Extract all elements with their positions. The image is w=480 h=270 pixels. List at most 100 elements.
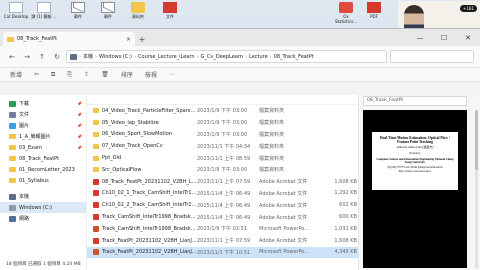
breadcrumb-item[interactable]: 08_Track_FeatPt xyxy=(274,54,314,60)
forward-arrow-icon[interactable]: → xyxy=(21,51,33,63)
copy-icon[interactable]: ⧉ xyxy=(51,71,55,79)
nav-item-folder[interactable]: 01_RecomLetter_2023 xyxy=(0,164,86,175)
preview-scrollbar[interactable] xyxy=(475,110,478,268)
table-row[interactable]: 07_Video_Track_OpenCv 2023/11/1 下午 04:34 檔… xyxy=(87,140,358,152)
powerpoint-icon xyxy=(93,249,99,256)
breadcrumb-item[interactable]: Course_Lecture_iLearn xyxy=(138,54,195,60)
file-name-cell: Track_CamShift_IntelTr1998_Bradski.pdf xyxy=(93,214,197,221)
slide-title: Real-Time Motion Estimation: Optical Flo… xyxy=(380,136,450,145)
new-tab-button[interactable]: + xyxy=(135,32,149,46)
file-size: 1,292 KB xyxy=(334,190,357,197)
maximize-button[interactable]: ☐ xyxy=(432,34,456,42)
file-type: Adobe Acrobat 文件 xyxy=(259,214,308,221)
refresh-icon[interactable]: ↻ xyxy=(51,51,63,63)
slide-role: Professor xyxy=(409,151,421,155)
picture-icon xyxy=(9,122,16,129)
table-row[interactable]: Track_CamShift_IntelTr1998_Bradski_20120… xyxy=(87,223,358,235)
desktop-icon[interactable]: PDF xyxy=(360,2,388,19)
table-row[interactable]: Track_FeatPt_20231102_V2BH_LianJi.pdf 202… xyxy=(87,235,358,247)
tab-bar: 08_Track_FeatPt × + — ☐ ✕ xyxy=(0,29,480,46)
file-name-cell: Ch10_02_2_Track_CamShift_IntelTr1998_Bra… xyxy=(93,202,197,209)
close-button[interactable]: ✕ xyxy=(456,34,480,42)
computer-icon xyxy=(9,193,16,200)
search-input[interactable] xyxy=(390,50,474,63)
breadcrumb-item[interactable]: G_Cv_DeepLearn xyxy=(201,54,243,60)
file-date: 2015/11/4 上午 06:49 xyxy=(197,214,251,221)
cut-icon[interactable]: ✂ xyxy=(34,71,39,78)
file-date: 2023/11/1 下午 04:34 xyxy=(197,143,251,150)
minimize-button[interactable]: — xyxy=(408,34,432,42)
file-name-cell: Ch10_02_1_Track_CamShift_IntelTr1998_Bra… xyxy=(93,190,197,197)
paste-icon[interactable]: ⎘ xyxy=(67,71,72,79)
file-explorer-window: 08_Track_FeatPt × + — ☐ ✕ ← → ↑ ↻ › 本機 ›… xyxy=(0,28,480,270)
back-arrow-icon[interactable]: ← xyxy=(6,51,18,63)
address-bar[interactable]: › 本機 › Windows (C:) › Course_Lecture_iLe… xyxy=(66,50,387,63)
powerpoint-icon xyxy=(93,225,99,232)
nav-item-documents[interactable]: 文件 📌 xyxy=(0,109,86,120)
desktop-icon[interactable]: Cat Desktop xyxy=(2,2,30,19)
table-row[interactable]: Track_FeatPt_20231102_V2BH_LianJi2.pptx2… xyxy=(87,246,358,259)
file-date: 2023/11/1 上午 07:59 xyxy=(197,238,251,245)
table-row[interactable]: 05_Video_Iap_Stabilize 2023/1/9 下午 03:00 檔… xyxy=(87,117,358,129)
up-arrow-icon[interactable]: ↑ xyxy=(36,51,48,63)
nav-item-folder[interactable]: 03_Exam 📌 xyxy=(0,142,86,153)
nav-item-this-pc[interactable]: 本機 xyxy=(0,191,86,202)
file-date: 2023/1/9 下午 03:00 xyxy=(197,108,248,115)
desktop-icon[interactable]: 資料夾 xyxy=(124,2,152,20)
nav-item-folder[interactable]: 1_A_簡報圖片 📌 xyxy=(0,131,86,142)
nav-item-network[interactable]: 網路 xyxy=(0,213,86,224)
app-icon xyxy=(339,2,353,13)
table-row[interactable]: 08_Track_FeatPt_20231102_V2BH_LianJi.pdf… xyxy=(87,176,358,188)
table-row[interactable]: 04_Video_Track_ParticleFilter_Sparse_Dic… xyxy=(87,105,358,117)
more-options-icon[interactable]: ⋯ xyxy=(169,71,175,78)
participant-count: +181 xyxy=(460,5,477,12)
desktop-icon[interactable]: 文件 xyxy=(156,2,184,20)
view-button[interactable]: 檢視 xyxy=(145,70,157,79)
file-type: 檔案資料夾 xyxy=(259,131,285,138)
pin-icon: 📌 xyxy=(77,123,82,128)
column-header xyxy=(87,95,358,105)
tab-08-track-featpt[interactable]: 08_Track_FeatPt × xyxy=(3,32,135,46)
file-type: 檔案資料夾 xyxy=(259,120,285,127)
file-date: 2023/1/9 下午 03:00 xyxy=(197,120,248,127)
table-row[interactable]: Ch10_02_2_Track_CamShift_IntelTr1998_Bra… xyxy=(87,199,358,211)
file-type: 檔案資料夾 xyxy=(259,155,285,162)
table-row[interactable]: Track_CamShift_IntelTr1998_Bradski.pdf 20… xyxy=(87,211,358,223)
tab-close-icon[interactable]: × xyxy=(126,36,131,43)
nav-item-pictures[interactable]: 圖片 📌 xyxy=(0,120,86,131)
pdf-icon xyxy=(93,214,99,221)
file-name: 06_Video_Sport_SlowMotion xyxy=(102,131,172,138)
file-type: 檔案資料夾 xyxy=(259,167,285,174)
file-rows: 04_Video_Track_ParticleFilter_Sparse_Dic… xyxy=(87,105,358,259)
desktop-icon[interactable]: 郵件 xyxy=(94,2,122,20)
share-icon[interactable]: ⇪ xyxy=(84,71,89,78)
folder-icon xyxy=(131,2,145,13)
file-type: Adobe Acrobat 文件 xyxy=(259,202,308,209)
new-button[interactable]: 新增 xyxy=(10,70,22,79)
file-name-cell: 04_Video_Track_ParticleFilter_Sparse_Dic… xyxy=(93,108,197,114)
table-row[interactable]: 06_Video_Sport_SlowMotion 2023/1/9 下午 03:… xyxy=(87,129,358,141)
desktop-icon-label: Cat Desktop xyxy=(3,14,29,19)
delete-icon[interactable]: 🗑 xyxy=(101,71,109,78)
sort-button[interactable]: 排序 xyxy=(121,70,133,79)
desktop-icon[interactable]: Ox Statistics... xyxy=(332,2,360,24)
breadcrumb-item[interactable]: Windows (C:) xyxy=(99,54,132,60)
nav-item-folder[interactable]: 08_Track_FeatPt xyxy=(0,153,86,164)
file-name: Track_FeatPt_20231102_V2BH_LianJi2.pptx xyxy=(102,249,197,256)
table-row[interactable]: Ppt_Old 2023/11/1 上午 08:59 檔案資料夾 xyxy=(87,152,358,164)
desktop-icon[interactable]: 郵件 xyxy=(64,2,92,20)
file-name: Track_FeatPt_20231102_V2BH_LianJi.pdf xyxy=(102,237,197,244)
desktop-icon[interactable]: 課 (1) 簡報 ... xyxy=(30,2,58,20)
slide-contact: (O) (06) 2757575 ext. 62540 jjlien@csie.… xyxy=(387,166,443,173)
breadcrumb-item[interactable]: Lecture xyxy=(249,54,268,60)
table-row[interactable]: Ch10_02_1_Track_CamShift_IntelTr1998_Bra… xyxy=(87,188,358,200)
window-controls: — ☐ ✕ xyxy=(408,29,480,46)
file-name-cell: 06_Video_Sport_SlowMotion xyxy=(93,131,197,137)
nav-item-windows-c[interactable]: Windows (C:) xyxy=(0,202,86,213)
table-row[interactable]: Src_OpticalFlow 2023/1/9 下午 03:00 檔案資料夾 xyxy=(87,164,358,176)
nav-item-folder[interactable]: 01_Syllabus xyxy=(0,175,86,186)
nav-item-downloads[interactable]: 下載 📌 xyxy=(0,98,86,109)
breadcrumb-item[interactable]: 本機 xyxy=(83,53,93,60)
file-name: Ch10_02_1_Track_CamShift_IntelTr1998_Bra… xyxy=(102,190,197,197)
file-size: 4,345 KB xyxy=(334,249,357,256)
